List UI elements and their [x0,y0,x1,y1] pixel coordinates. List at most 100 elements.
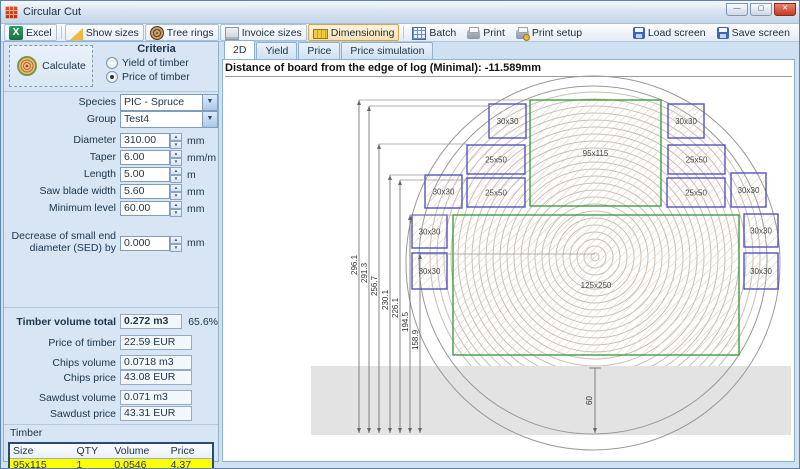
spin-down-icon[interactable]: ▼ [170,192,182,200]
toolbar-button-print-setup[interactable]: Print setup [511,24,587,41]
tab-price-simulation[interactable]: Price simulation [341,42,433,59]
toolbar-button-label: Print [483,27,505,39]
spin-down-icon[interactable]: ▼ [170,141,182,149]
spin-up-icon[interactable]: ▲ [170,133,182,141]
svg-text:30x30: 30x30 [675,117,697,126]
chips-price-row: Chips price43.08 EUR [4,370,218,385]
taper-stepper[interactable]: ▲▼ [170,150,182,165]
minimum-level-stepper[interactable]: ▲▼ [170,201,182,216]
criteria-option-yield-of-timber[interactable]: Yield of timber [106,57,215,69]
diagram-header: Distance of board from the edge of log (… [225,62,792,77]
parameters-section: SpeciesPIC - Spruce▼GroupTest4▼ Diameter… [4,92,218,308]
svg-text:158.9: 158.9 [411,329,420,350]
toolbar-button-invoice-sizes[interactable]: Invoice sizes [220,24,307,41]
saw-blade-width-stepper[interactable]: ▲▼ [170,184,182,199]
species-select[interactable]: PIC - Spruce▼ [120,94,218,111]
tab-price[interactable]: Price [298,42,340,59]
toolbar: Excel Show sizesTree ringsInvoice sizesDi… [1,24,799,42]
toolbar-button-tree-rings[interactable]: Tree rings [145,24,219,41]
toolbar-left: Excel Show sizesTree ringsInvoice sizesDi… [4,24,588,41]
table-row[interactable]: 95x11510.05464.37 [10,459,212,469]
column-header-size: Size [10,444,74,459]
price-of-timber-row: Price of timber22.59 EUR [4,335,218,350]
print-setup-icon [516,30,529,39]
column-header-volume: Volume [111,444,167,459]
spin-down-icon[interactable]: ▼ [170,209,182,217]
criteria-options: Yield of timber Price of timber [98,57,215,83]
criteria-section: Calculate Criteria Yield of timberPrice … [4,42,218,92]
timber-section-title: Timber [4,425,218,441]
taper-input[interactable]: 6.00 [120,150,170,165]
minimum-level-input[interactable]: 60.00 [120,201,170,216]
species-row: SpeciesPIC - Spruce▼ [4,95,218,110]
main-area: Calculate Criteria Yield of timberPrice … [1,41,799,462]
timber-section: Timber SizeQTYVolumePrice 95x11510.05464… [4,425,218,469]
chips-volume-label: Chips volume [4,357,120,369]
group-label: Group [4,114,120,125]
diameter-input[interactable]: 310.00 [120,133,170,148]
tab-2d[interactable]: 2D [224,40,255,59]
diameter-stepper[interactable]: ▲▼ [170,133,182,148]
spin-up-icon[interactable]: ▲ [170,184,182,192]
length-input[interactable]: 5.00 [120,167,170,182]
decrease-of-small-end-diameter-sed-by-stepper[interactable]: ▲▼ [170,236,182,251]
spin-down-icon[interactable]: ▼ [170,244,182,252]
radio-button[interactable] [106,71,118,83]
settings-panel: Calculate Criteria Yield of timberPrice … [3,41,219,462]
toolbar-separator [61,26,62,39]
length-label: Length [4,169,120,180]
close-button[interactable]: ✕ [774,3,796,16]
length-row: Length5.00▲▼ m [4,167,218,182]
svg-text:60: 60 [585,396,594,405]
spin-down-icon[interactable]: ▼ [170,175,182,183]
toolbar-button-print[interactable]: Print [462,24,510,41]
saw-blade-width-input[interactable]: 5.60 [120,184,170,199]
spin-up-icon[interactable]: ▲ [170,167,182,175]
group-select[interactable]: Test4▼ [120,111,218,128]
svg-text:291.3: 291.3 [360,262,369,283]
window-title: Circular Cut [23,6,81,18]
print-icon [467,30,480,39]
svg-text:30x30: 30x30 [419,228,441,237]
taper-row: Taper6.00▲▼mm/m [4,150,218,165]
spin-up-icon[interactable]: ▲ [170,201,182,209]
minimum-level-label: Minimum level [4,203,120,214]
radio-button[interactable] [106,57,118,69]
tree-rings-icon [150,26,164,40]
svg-text:30x30: 30x30 [419,267,441,276]
diameter-row: Diameter310.00▲▼mm [4,133,218,148]
toolbar-button-load-screen[interactable]: Load screen [628,24,711,41]
spin-up-icon[interactable]: ▲ [170,236,182,244]
minimum-level-unit: mm [187,203,205,215]
tab-yield[interactable]: Yield [256,42,297,59]
chevron-down-icon[interactable]: ▼ [202,112,217,127]
load-screen-icon [633,27,645,39]
svg-text:30x30: 30x30 [433,188,455,197]
spin-down-icon[interactable]: ▼ [170,158,182,166]
decrease-of-small-end-diameter-sed-by-input[interactable]: 0.000 [120,236,170,251]
maximize-button[interactable]: ▢ [750,3,772,16]
show-sizes-icon [70,28,83,40]
svg-text:256.7: 256.7 [370,275,379,296]
toolbar-button-show-sizes[interactable]: Show sizes [65,24,144,41]
invoice-sizes-icon [225,27,239,40]
toolbar-button-batch[interactable]: Batch [407,24,461,41]
svg-text:30x30: 30x30 [497,117,519,126]
group-row: GroupTest4▼ [4,112,218,127]
toolbar-button-excel[interactable]: Excel [4,24,57,41]
criteria-option-price-of-timber[interactable]: Price of timber [106,71,215,83]
toolbar-button-save-screen[interactable]: Save screen [712,24,795,41]
spin-up-icon[interactable]: ▲ [170,150,182,158]
toolbar-button-label: Save screen [732,27,790,39]
svg-text:296.1: 296.1 [350,254,359,275]
calculate-label: Calculate [42,60,86,72]
calculate-button[interactable]: Calculate [9,45,93,87]
species-label: Species [4,97,120,108]
length-stepper[interactable]: ▲▼ [170,167,182,182]
length-unit: m [187,169,196,181]
chips-price-value: 43.08 EUR [120,370,192,385]
saw-blade-width-unit: mm [187,186,205,198]
minimize-button[interactable]: — [726,3,748,16]
chevron-down-icon[interactable]: ▼ [202,95,217,110]
toolbar-button-dimensioning[interactable]: Dimensioning [308,24,400,41]
